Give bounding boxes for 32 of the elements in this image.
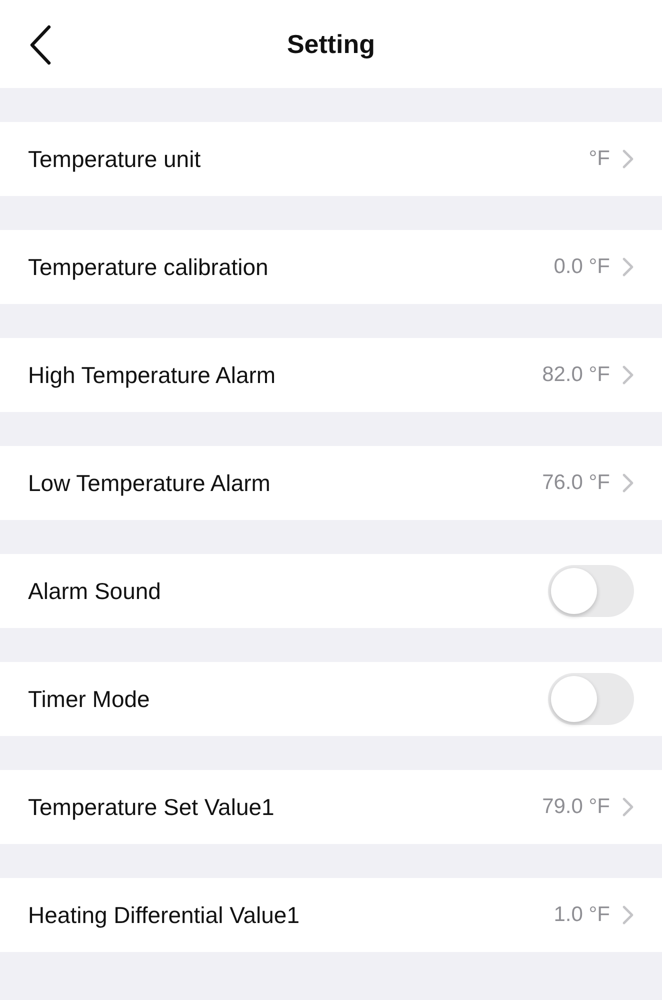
setting-value: °F: [588, 147, 610, 171]
chevron-right-icon: [622, 365, 634, 385]
setting-label: Temperature Set Value1: [28, 794, 274, 820]
chevron-right-icon: [622, 149, 634, 169]
chevron-right-icon: [622, 797, 634, 817]
page-title: Setting: [286, 28, 376, 60]
setting-value: 82.0 °F: [542, 363, 610, 387]
setting-label: Alarm Sound: [28, 578, 161, 604]
toggle-switch[interactable]: [548, 565, 634, 617]
settings-row[interactable]: Temperature Set Value1 79.0 °F: [0, 770, 662, 844]
setting-value: 1.0 °F: [554, 903, 610, 927]
setting-label: Heating Differential Value1: [28, 902, 300, 928]
setting-value: 79.0 °F: [542, 795, 610, 819]
chevron-right-icon: [622, 473, 634, 493]
setting-label: Temperature calibration: [28, 254, 268, 280]
chevron-right-icon: [622, 905, 634, 925]
settings-row[interactable]: High Temperature Alarm 82.0 °F: [0, 338, 662, 412]
back-icon: [29, 25, 51, 65]
settings-row[interactable]: Temperature unit °F: [0, 122, 662, 196]
setting-value: 76.0 °F: [542, 471, 610, 495]
settings-row[interactable]: Low Temperature Alarm 76.0 °F: [0, 446, 662, 520]
setting-label: High Temperature Alarm: [28, 362, 276, 388]
settings-row[interactable]: Alarm Sound: [0, 554, 662, 628]
chevron-right-icon: [622, 257, 634, 277]
settings-row[interactable]: Timer Mode: [0, 662, 662, 736]
settings-row[interactable]: Temperature calibration 0.0 °F: [0, 230, 662, 304]
setting-label: Timer Mode: [28, 686, 150, 712]
setting-value: 0.0 °F: [554, 255, 610, 279]
settings-row[interactable]: Heating Differential Value1 1.0 °F: [0, 878, 662, 952]
setting-label: Low Temperature Alarm: [28, 470, 270, 496]
toggle-switch[interactable]: [548, 673, 634, 725]
setting-label: Temperature unit: [28, 146, 201, 172]
